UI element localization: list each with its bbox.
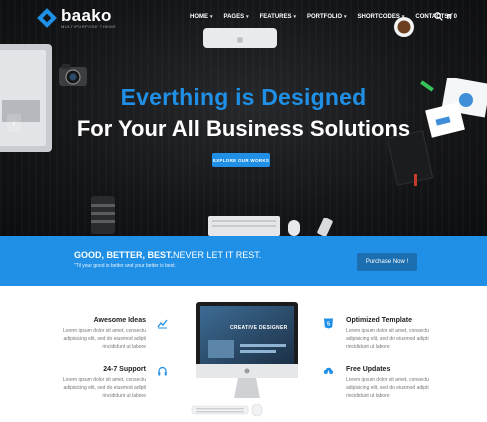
feature-text: Lorem ipsum dolor sit amet, consectu adi…: [346, 327, 456, 352]
feature-text: Lorem ipsum dolor sit amet, consectu adi…: [40, 376, 146, 401]
nav-item-home[interactable]: HOME ▾: [190, 14, 213, 20]
hero-headline-primary: Everthing is Designed: [120, 84, 367, 110]
monitor-screen-headline: CREATIVE DESIGNER: [230, 325, 288, 331]
banner-title-rest: NEVER LET IT REST.: [173, 250, 262, 260]
feature-text-line: adipisicing elit, sed do eiusmod adipti: [63, 385, 146, 392]
imac-image: [191, 302, 298, 417]
chevron-down-icon: ▾: [344, 14, 347, 20]
hero-section: baako MULTIPURPOSE THEME HOME ▾ PAGES ▾ FE…: [0, 0, 487, 236]
nav-item-features[interactable]: FEATURES ▾: [260, 14, 296, 20]
headphones-icon: [158, 366, 167, 376]
cart-button[interactable]: 🛒︎0: [446, 13, 457, 20]
banner-title-bold: GOOD, BETTER, BEST.: [74, 250, 174, 260]
feature-text: Lorem ipsum dolor sit amet, consectu adi…: [346, 376, 456, 401]
brand-tagline: MULTIPURPOSE THEME: [61, 24, 117, 29]
chevron-down-icon: ▾: [401, 14, 405, 20]
feature-text-line: adipisicing elit, sed do eiusmod adipti: [346, 385, 429, 392]
nav-item-pages[interactable]: PAGES ▾: [224, 14, 249, 20]
logo-icon[interactable]: [37, 8, 57, 28]
nav-item-label: SHORTCODES: [357, 14, 400, 20]
feature-text-line: rincididunt ut labore: [102, 393, 146, 400]
nav-item-shortcodes[interactable]: SHORTCODES ▾: [358, 14, 405, 20]
feature-text-line: Lorem ipsum dolor sit amet, consectu: [62, 328, 146, 334]
banner-title: GOOD, BETTER, BEST.NEVER LET IT REST.: [74, 250, 261, 260]
chevron-down-icon: ▾: [210, 14, 213, 20]
hero-headline-secondary: For Your All Business Solutions: [76, 116, 411, 141]
feature-text-line: adipisicing elit, sed do eiusmod adipti: [63, 336, 146, 343]
feature-text: Lorem ipsum dolor sit amet, consectu adi…: [40, 327, 146, 352]
feature-text-line: rincididunt ut labore: [346, 344, 390, 351]
feature-text-line: rincididunt ut labore: [346, 393, 390, 400]
feature-title: Awesome Ideas: [93, 317, 146, 324]
keyboard-image: [208, 214, 280, 236]
feature-title: Free Updates: [346, 366, 391, 373]
cloud-download-icon: [323, 367, 334, 375]
html5-icon: 5: [324, 318, 333, 329]
lens-image: [88, 194, 118, 234]
feature-text-line: Lorem ipsum dolor sit amet, consectu: [346, 377, 430, 383]
feature-text-line: Lorem ipsum dolor sit amet, consectu: [346, 328, 430, 334]
nav-item-contacts[interactable]: CONTACTS: [415, 14, 448, 20]
search-icon[interactable]: [434, 12, 443, 21]
top-navigation: baako MULTIPURPOSE THEME HOME ▾ PAGES ▾ FE…: [0, 0, 487, 36]
nav-item-label: CONTACTS: [415, 14, 449, 20]
chevron-down-icon: ▾: [246, 14, 249, 20]
mouse-image: [288, 220, 300, 236]
svg-text:5: 5: [327, 321, 330, 327]
nav-item-label: FEATURES: [259, 14, 292, 20]
feature-title: Optimized Template: [346, 317, 412, 324]
feature-text-line: adipisicing elit, sed do eiusmod adipti: [346, 336, 429, 343]
nav-item-label: HOME: [190, 14, 208, 20]
feature-title: 24-7 Support: [103, 366, 146, 373]
main-menu: HOME ▾ PAGES ▾ FEATURES ▾ PORTFOLIO ▾ SHORTC…: [190, 14, 459, 20]
explore-works-button[interactable]: EXPLORE OUR WORKS: [212, 153, 270, 167]
purchase-now-button[interactable]: Purchase Now !: [357, 253, 417, 271]
cart-icon: 🛒︎: [446, 14, 454, 20]
chevron-down-icon: ▾: [293, 14, 296, 20]
nav-item-label: PORTFOLIO: [307, 14, 342, 20]
chart-icon: [157, 319, 168, 329]
feature-text-line: rincididunt ut labore: [102, 344, 146, 351]
nav-item-label: PAGES: [223, 14, 245, 20]
brand-name[interactable]: baako: [61, 6, 112, 26]
feature-text-line: Lorem ipsum dolor sit amet, consectu: [62, 377, 146, 383]
cart-count: 0: [453, 14, 457, 20]
nav-item-portfolio[interactable]: PORTFOLIO ▾: [307, 14, 347, 20]
phone-image: [316, 217, 334, 236]
banner-subtitle: "Til your good is better and your better…: [74, 263, 176, 269]
